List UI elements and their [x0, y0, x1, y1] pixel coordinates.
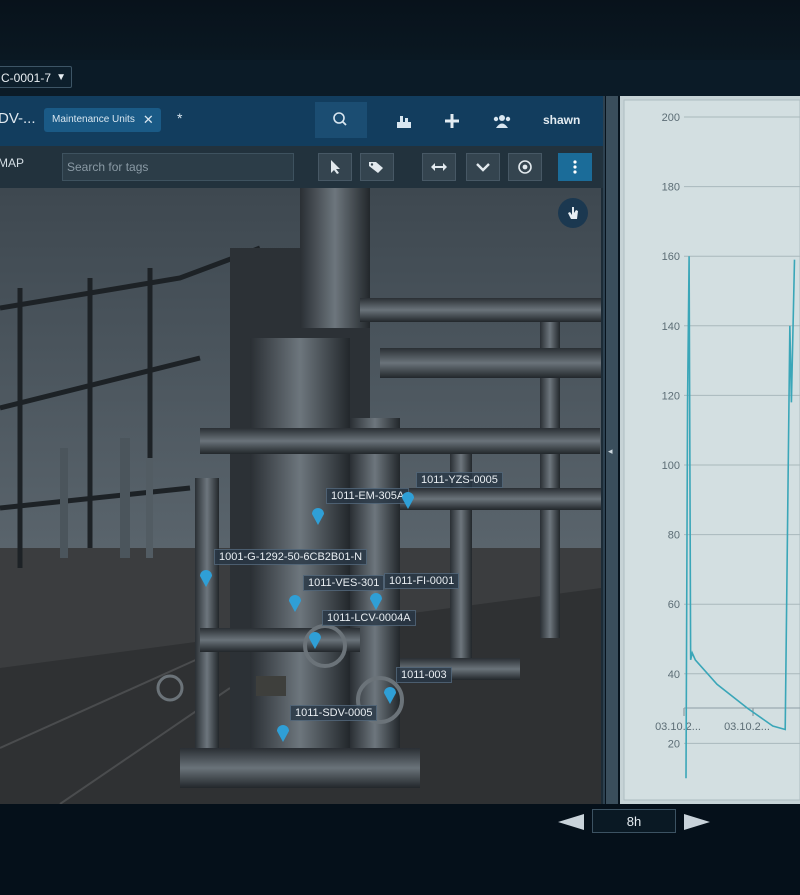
- tag-label[interactable]: 1011-SDV-0005: [290, 705, 378, 721]
- page-title: DV-...: [0, 110, 36, 127]
- y-tick-label: 100: [662, 460, 680, 472]
- time-range-value: 8h: [626, 814, 642, 829]
- map-pin-icon[interactable]: [308, 630, 322, 650]
- dropdown-button[interactable]: [466, 153, 500, 181]
- tag-label[interactable]: 1011-LCV-0004A: [322, 610, 416, 626]
- map-pin-icon[interactable]: [383, 685, 397, 705]
- panel-header: DV-... Maintenance Units ✕ * shawn: [0, 96, 603, 146]
- plus-icon: [445, 114, 459, 128]
- select-tool-button[interactable]: [318, 153, 352, 181]
- x-tick-label: 03.10.2...: [724, 721, 770, 733]
- viewer-panel: DV-... Maintenance Units ✕ * shawn MAP S…: [0, 96, 605, 804]
- horizontal-arrows-icon: [431, 163, 447, 171]
- map-pin-icon[interactable]: [311, 506, 325, 526]
- cursor-icon: [331, 160, 340, 174]
- chart-frame: [623, 99, 800, 801]
- map-pin-icon[interactable]: [401, 490, 415, 510]
- top-bar: [0, 0, 800, 60]
- hand-icon: [568, 207, 578, 219]
- tags-button[interactable]: [360, 153, 394, 181]
- hand-tool-button[interactable]: [558, 198, 588, 228]
- tag-label[interactable]: 1001-G-1292-50-6CB2B01-N: [214, 549, 368, 565]
- time-controls: [0, 804, 800, 895]
- close-icon[interactable]: ✕: [143, 108, 154, 132]
- users-button[interactable]: [487, 106, 517, 136]
- x-tick-label: 03.10.2...: [655, 721, 701, 733]
- asset-selector-value: C-0001-7: [1, 71, 52, 85]
- chart-svg: 20 40 60 80 100 120 140 160 180 200 03.10.2... 03.1…: [623, 99, 800, 801]
- next-period-icon[interactable]: [684, 814, 710, 830]
- star-marker: *: [177, 110, 183, 126]
- chevron-down-icon: ▼: [56, 72, 66, 83]
- y-tick-label: 20: [668, 738, 680, 750]
- trend-chart: 20 40 60 80 100 120 140 160 180 200 03.10.2... 03.1…: [620, 96, 800, 804]
- y-tick-label: 160: [662, 251, 680, 263]
- filter-chip[interactable]: Maintenance Units ✕: [44, 108, 161, 132]
- map-toolbar: MAP Search for tags: [0, 146, 603, 188]
- map-pin-icon[interactable]: [288, 593, 302, 613]
- tag-label[interactable]: 1011-FI-0001: [384, 573, 460, 589]
- tag-label[interactable]: 1011-YZS-0005: [416, 472, 503, 488]
- y-tick-label: 60: [668, 599, 680, 611]
- tag-search-placeholder: Search for tags: [67, 160, 149, 174]
- plant-button[interactable]: [389, 106, 419, 136]
- vertical-dots-icon: [573, 160, 577, 174]
- asset-strip: [0, 60, 800, 96]
- users-icon: [493, 115, 511, 128]
- target-button[interactable]: [508, 153, 542, 181]
- y-tick-label: 40: [668, 669, 680, 681]
- map-pin-icon[interactable]: [369, 591, 383, 611]
- collapse-arrow-icon[interactable]: ◂: [608, 446, 613, 457]
- map-pin-icon[interactable]: [199, 568, 213, 588]
- chevron-down-icon: [476, 163, 490, 172]
- tag-label[interactable]: 1011-VES-301: [303, 575, 385, 591]
- tag-label[interactable]: 1011-EM-305A: [326, 488, 410, 504]
- previous-period-icon[interactable]: [558, 814, 584, 830]
- add-button[interactable]: [437, 106, 467, 136]
- asset-selector[interactable]: C-0001-7 ▼: [0, 66, 72, 88]
- target-icon: [518, 160, 532, 174]
- filter-chip-label: Maintenance Units: [52, 114, 135, 125]
- time-range-field[interactable]: 8h: [592, 809, 676, 833]
- more-menu-button[interactable]: [558, 153, 592, 181]
- panel-splitter[interactable]: ◂: [606, 96, 618, 804]
- y-tick-label: 180: [662, 182, 680, 194]
- tag-label[interactable]: 1011-003: [396, 667, 452, 683]
- user-name[interactable]: shawn: [543, 113, 580, 127]
- panorama-view[interactable]: 1011-YZS-0005 1011-EM-305A 1001-G-1292-5…: [0, 188, 601, 804]
- tag-search-input[interactable]: Search for tags: [62, 153, 294, 181]
- factory-icon: [397, 116, 411, 128]
- map-pin-icon[interactable]: [276, 723, 290, 743]
- y-tick-label: 140: [662, 321, 680, 333]
- tags-icon: [369, 162, 383, 173]
- measure-button[interactable]: [422, 153, 456, 181]
- y-tick-label: 120: [662, 390, 680, 402]
- search-icon: [333, 112, 347, 126]
- search-button[interactable]: [315, 102, 367, 138]
- y-tick-label: 200: [662, 112, 680, 124]
- tab-map[interactable]: MAP: [0, 156, 24, 170]
- y-tick-label: 80: [668, 530, 680, 542]
